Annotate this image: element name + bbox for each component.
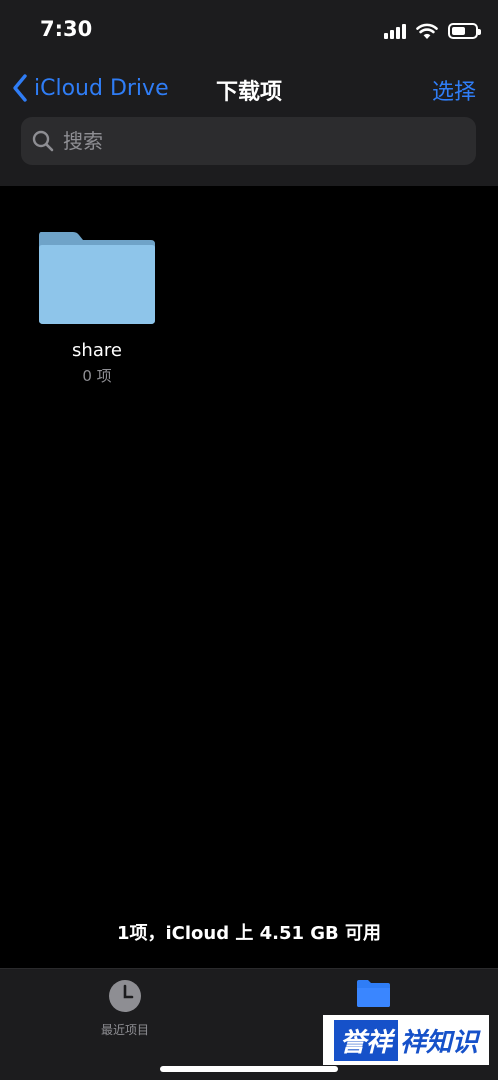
back-button-label: iCloud Drive: [34, 75, 169, 101]
home-indicator[interactable]: [160, 1066, 338, 1072]
folder-icon: [39, 232, 155, 324]
folder-item-share[interactable]: share 0 项: [30, 228, 164, 386]
wifi-icon: [416, 23, 438, 39]
clock-icon: [109, 980, 141, 1012]
battery-icon: [448, 23, 481, 39]
battery-fill: [452, 27, 465, 35]
status-icons: [384, 20, 481, 42]
watermark-part1: 誉祥: [333, 1019, 398, 1061]
watermark-part2: 祥知识: [400, 1027, 479, 1058]
folder-icon: [357, 980, 390, 1007]
back-button[interactable]: iCloud Drive: [10, 72, 169, 104]
tab-recent-label: 最近项目: [100, 1023, 149, 1037]
folder-name: share: [72, 340, 122, 361]
tab-browse[interactable]: [350, 979, 396, 1013]
watermark-logo: 誉祥 祥知识: [323, 1015, 489, 1065]
status-time: 7:30: [40, 17, 93, 41]
select-button[interactable]: 选择: [432, 74, 476, 106]
files-app-screen: 7:30 iCloud Drive 下载项 选择 搜索 share 0 项 1项…: [0, 0, 498, 1080]
status-bar: 7:30: [0, 0, 498, 62]
search-input[interactable]: [61, 128, 465, 154]
storage-info: 1项，iCloud 上 4.51 GB 可用: [116, 923, 382, 944]
folder-item-count: 0 项: [82, 367, 112, 385]
cellular-signal-icon: [384, 23, 406, 39]
navigation-bar: iCloud Drive 下载项 选择: [0, 62, 498, 186]
tab-recent[interactable]: 最近项目: [80, 979, 170, 1038]
search-field[interactable]: [21, 117, 476, 165]
chevron-left-icon: [13, 74, 27, 102]
search-icon: [32, 130, 54, 152]
